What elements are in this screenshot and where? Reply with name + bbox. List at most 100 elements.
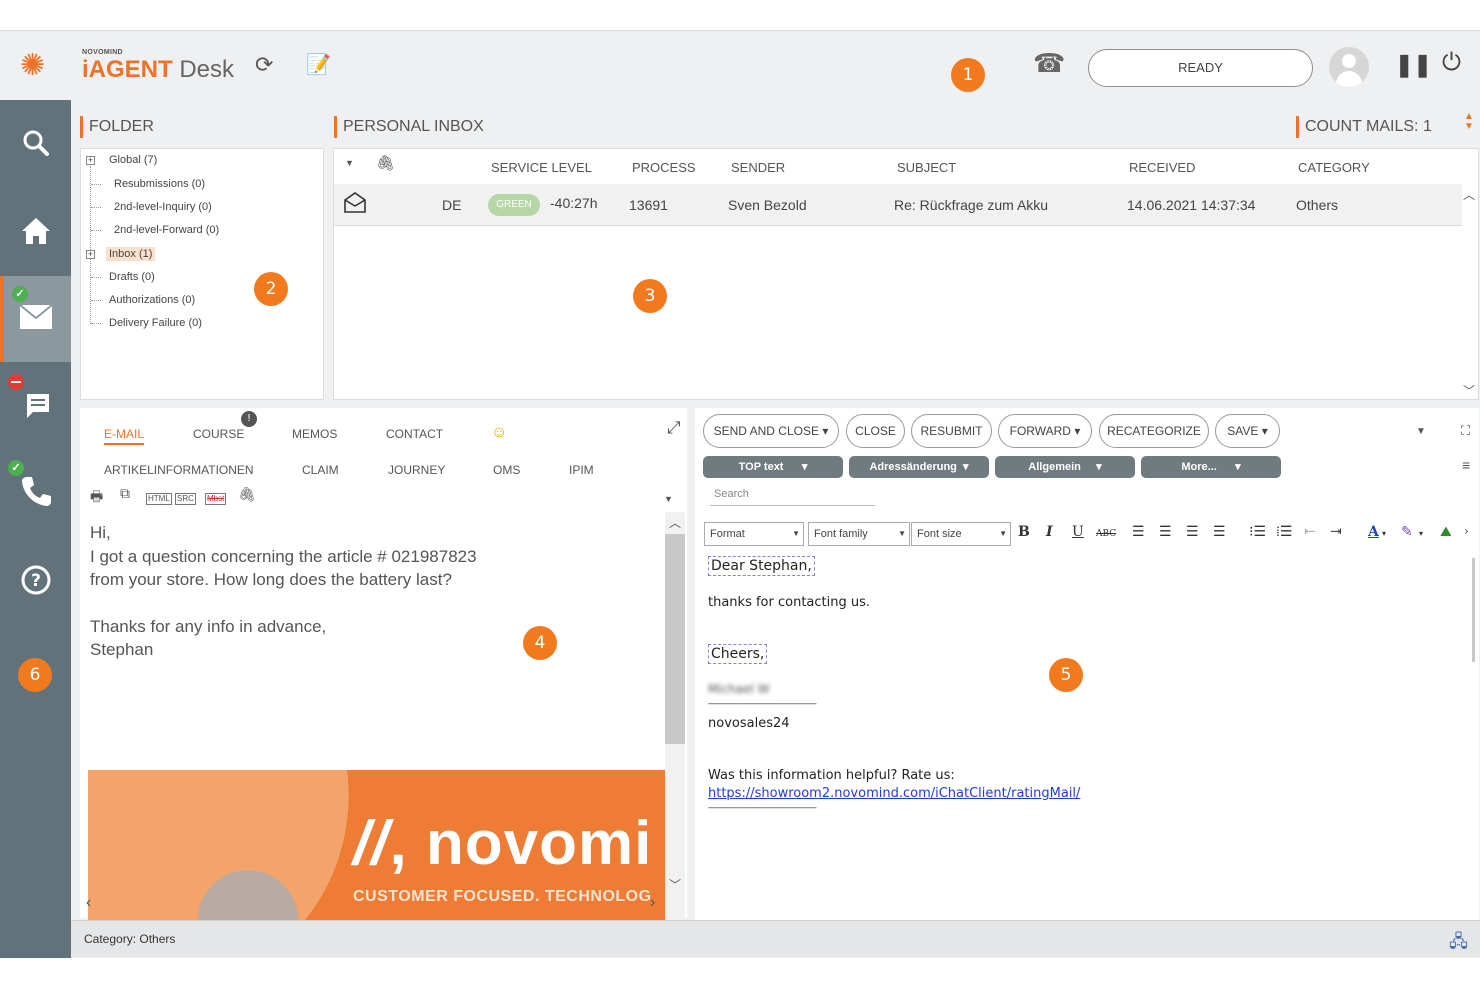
text-color-icon[interactable]: A [1368, 524, 1379, 540]
scroll-up-icon[interactable]: ︿ [669, 514, 681, 531]
align-center-icon[interactable]: ☰ [1159, 524, 1172, 540]
align-right-icon[interactable]: ☰ [1186, 524, 1199, 540]
recategorize-button[interactable]: RECATEGORIZE [1099, 414, 1209, 448]
scroll-down-icon[interactable]: ﹀ [1463, 382, 1475, 399]
brand-main: iAGENT [82, 56, 173, 83]
scroll-up-icon[interactable]: ︿ [1463, 186, 1475, 203]
tab-oms[interactable]: OMS [493, 463, 520, 477]
align-left-icon[interactable]: ☰ [1132, 524, 1145, 540]
expand-icon[interactable]: ⤢ [667, 418, 681, 438]
scrollbar-thumb[interactable] [665, 534, 685, 744]
tab-ipim[interactable]: IPIM [569, 463, 594, 477]
italic-icon[interactable]: I [1046, 524, 1053, 540]
status-ready-button[interactable]: READY [1088, 49, 1313, 87]
more-tools-icon[interactable]: › [1464, 524, 1469, 538]
strip-format-icon[interactable]: Mbst [205, 493, 227, 505]
close-button[interactable]: CLOSE [846, 414, 905, 448]
network-status-icon[interactable]: 🖧 [1449, 929, 1468, 958]
sidebar-item-mail[interactable]: ✓ [0, 276, 71, 362]
tab-course[interactable]: COURSE [193, 427, 244, 441]
vertical-scrollbar[interactable] [665, 512, 685, 926]
highlight-color-icon[interactable]: ✎ [1401, 524, 1413, 540]
print-icon[interactable]: 🖶 [90, 486, 103, 510]
template-adressaenderung[interactable]: Adressänderung ▾ [849, 456, 989, 478]
format-select[interactable]: Format ▼ [704, 522, 804, 546]
expand-icon[interactable]: + [86, 156, 95, 165]
html-view-icon[interactable]: HTML [146, 493, 172, 505]
attachment-icon[interactable]: 🖇 [238, 486, 256, 503]
col-subject[interactable]: SUBJECT [897, 160, 956, 175]
folder-resubmissions[interactable]: Resubmissions (0) [114, 178, 205, 190]
sort-arrows-icon[interactable]: ▲ ▼ [1464, 112, 1474, 132]
scroll-right-icon[interactable]: › [650, 894, 655, 912]
template-search-input[interactable]: Search [710, 488, 875, 506]
insert-image-icon[interactable]: ⛰ [1440, 524, 1452, 540]
folder-drafts[interactable]: Drafts (0) [109, 271, 155, 283]
font-size-select[interactable]: Font size ▼ [911, 522, 1011, 546]
smiley-icon[interactable]: ☺ [491, 424, 507, 442]
reply-greeting[interactable]: Dear Stephan, [708, 556, 815, 576]
underline-icon[interactable]: U [1072, 524, 1084, 540]
tab-artikelinformationen[interactable]: ARTIKELINFORMATIONEN [104, 463, 254, 477]
tab-email[interactable]: E-MAIL [104, 427, 145, 445]
sidebar-item-chat[interactable] [0, 362, 71, 448]
rating-link[interactable]: https://showroom2.novomind.com/iChatClie… [708, 786, 1080, 801]
bold-icon[interactable]: B [1018, 524, 1030, 540]
telephone-icon[interactable]: ☎ [1033, 50, 1065, 76]
editor-scrollbar[interactable] [1472, 558, 1475, 662]
indent-icon[interactable]: ⇥ [1330, 524, 1342, 540]
resubmit-button[interactable]: RESUBMIT [911, 414, 992, 448]
dropdown-arrow-icon[interactable]: ▼ [664, 494, 673, 504]
dropdown-arrow-icon[interactable]: ▾ [1382, 529, 1386, 538]
tab-contact[interactable]: CONTACT [386, 427, 443, 441]
new-note-icon[interactable]: 📝 [306, 53, 331, 77]
menu-lines-icon[interactable]: ≡ [1462, 457, 1470, 473]
scroll-left-icon[interactable]: ‹ [86, 894, 91, 912]
refresh-icon[interactable]: ⟳ [255, 53, 273, 77]
fullscreen-icon[interactable]: ⛶ [1461, 423, 1470, 439]
template-allgemein[interactable]: Allgemein ▾ [995, 456, 1135, 478]
folder-2nd-level-forward[interactable]: 2nd-level-Forward (0) [114, 224, 219, 236]
numbered-list-icon[interactable]: ⁞☰ [1276, 524, 1292, 541]
avatar[interactable] [1329, 47, 1369, 87]
save-button[interactable]: SAVE ▾ [1215, 414, 1280, 448]
folder-authorizations[interactable]: Authorizations (0) [109, 294, 195, 306]
dropdown-arrow-icon[interactable]: ▼ [345, 158, 354, 168]
open-external-icon[interactable]: ⧉ [120, 485, 130, 502]
home-icon[interactable] [0, 216, 71, 246]
forward-button[interactable]: FORWARD ▾ [998, 414, 1092, 448]
folder-delivery-failure[interactable]: Delivery Failure (0) [109, 317, 202, 329]
col-category[interactable]: CATEGORY [1298, 160, 1370, 175]
folder-2nd-level-inquiry[interactable]: 2nd-level-Inquiry (0) [114, 201, 212, 213]
dropdown-arrow-icon[interactable]: ▾ [1419, 529, 1423, 538]
send-and-close-button[interactable]: SEND AND CLOSE ▾ [703, 414, 839, 448]
pause-icon[interactable]: ❚❚ [1395, 53, 1432, 77]
reply-closing[interactable]: Cheers, [708, 644, 768, 664]
closing-text: Cheers, [708, 644, 768, 664]
align-justify-icon[interactable]: ☰ [1213, 524, 1226, 540]
outdent-icon[interactable]: ⇤ [1304, 524, 1316, 540]
reply-body-line[interactable]: thanks for contacting us. [708, 595, 870, 610]
col-service-level[interactable]: SERVICE LEVEL [491, 160, 592, 175]
source-view-icon[interactable]: SRC [175, 493, 196, 505]
col-received[interactable]: RECEIVED [1129, 160, 1195, 175]
font-family-select[interactable]: Font family ▼ [808, 522, 910, 546]
dropdown-arrow-icon[interactable]: ▼ [1416, 426, 1426, 437]
folder-inbox[interactable]: Inbox (1) [106, 247, 156, 261]
expand-icon[interactable]: + [86, 250, 95, 259]
help-icon[interactable]: ? [0, 564, 71, 596]
scroll-down-icon[interactable]: ﹀ [669, 876, 681, 893]
tab-journey[interactable]: JOURNEY [388, 463, 445, 477]
template-more[interactable]: More... ▾ [1141, 456, 1281, 478]
tab-memos[interactable]: MEMOS [292, 427, 337, 441]
search-icon[interactable] [0, 128, 71, 158]
folder-global[interactable]: Global (7) [109, 154, 157, 166]
sidebar-item-phone[interactable]: ✓ [0, 448, 71, 534]
power-icon[interactable]: ⏻ [1442, 51, 1461, 75]
bullet-list-icon[interactable]: ⁝☰ [1249, 524, 1266, 540]
col-sender[interactable]: SENDER [731, 160, 785, 175]
col-process[interactable]: PROCESS [632, 160, 696, 175]
strikethrough-icon[interactable]: ABC [1096, 529, 1116, 539]
tab-claim[interactable]: CLAIM [302, 463, 339, 477]
template-top-text[interactable]: TOP text ▾ [703, 456, 843, 478]
